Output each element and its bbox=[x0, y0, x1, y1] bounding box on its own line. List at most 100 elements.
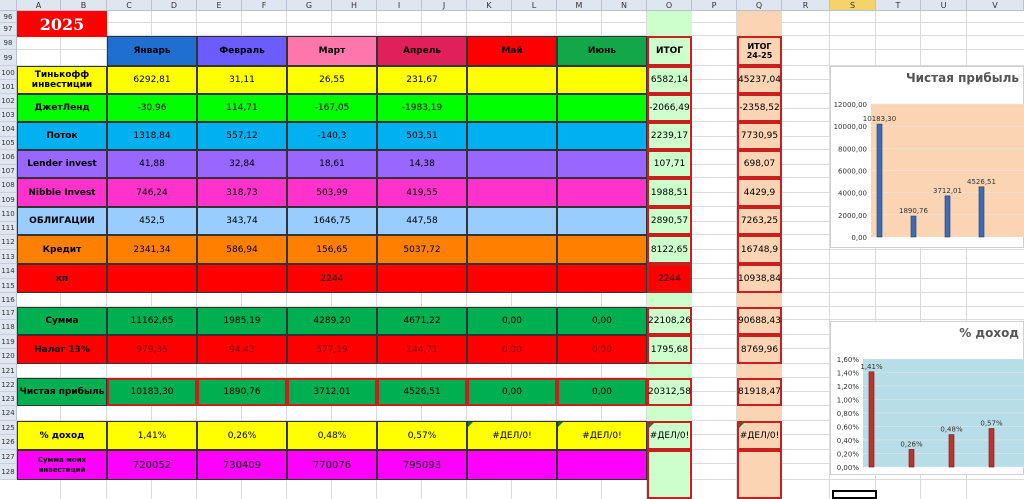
value-cell[interactable]: 586,94 bbox=[197, 235, 287, 264]
column-header-c[interactable]: C bbox=[107, 0, 152, 11]
value-cell[interactable] bbox=[557, 94, 647, 122]
value-cell[interactable]: 14,38 bbox=[377, 150, 467, 178]
row-label-table-1[interactable]: ДжетЛенд bbox=[17, 94, 107, 122]
value-cell[interactable]: 4671,22 bbox=[377, 307, 467, 335]
value-cell[interactable] bbox=[467, 235, 557, 264]
value-cell[interactable]: 503,99 bbox=[287, 178, 377, 207]
itog2425-cell[interactable]: 16748,9 bbox=[737, 235, 782, 264]
column-header-p[interactable]: P bbox=[692, 0, 737, 11]
column-header-t[interactable]: T bbox=[876, 0, 921, 11]
row-header-122[interactable]: 122 bbox=[0, 378, 17, 392]
column-header-o[interactable]: O bbox=[647, 0, 692, 11]
itog-cell[interactable]: 20312,58 bbox=[647, 378, 692, 406]
row-label-summa[interactable]: Сумма bbox=[17, 307, 107, 335]
value-cell[interactable]: 0,00 bbox=[467, 335, 557, 364]
value-cell[interactable]: 31,11 bbox=[197, 66, 287, 94]
itog2425-cell[interactable]: -2358,52 bbox=[737, 94, 782, 122]
value-cell[interactable] bbox=[467, 264, 557, 293]
itog2425-cell[interactable]: 7730,95 bbox=[737, 122, 782, 150]
value-cell[interactable]: -30,96 bbox=[107, 94, 197, 122]
row-header-125[interactable]: 125 bbox=[0, 421, 17, 435]
row-label-summaInv[interactable]: Сумма моих инвестиций bbox=[17, 450, 107, 480]
column-header-r[interactable]: R bbox=[782, 0, 830, 11]
value-cell[interactable] bbox=[557, 235, 647, 264]
value-cell[interactable]: 557,12 bbox=[197, 122, 287, 150]
itog-cell[interactable]: 6582,14 bbox=[647, 66, 692, 94]
value-cell[interactable] bbox=[377, 264, 467, 293]
value-cell[interactable] bbox=[467, 94, 557, 122]
row-header-111[interactable]: 111 bbox=[0, 222, 17, 235]
row-label-table-5[interactable]: ОБЛИГАЦИИ bbox=[17, 207, 107, 235]
row-header-109[interactable]: 109 bbox=[0, 193, 17, 207]
value-cell[interactable]: 979,35 bbox=[107, 335, 197, 364]
column-header-f[interactable]: F bbox=[242, 0, 287, 11]
row-label-table-2[interactable]: Поток bbox=[17, 122, 107, 150]
value-cell[interactable] bbox=[557, 264, 647, 293]
value-cell[interactable] bbox=[557, 66, 647, 94]
row-header-120[interactable]: 120 bbox=[0, 349, 17, 364]
column-header-i[interactable]: I bbox=[377, 0, 422, 11]
value-cell[interactable] bbox=[557, 450, 647, 480]
value-cell[interactable]: 1,41% bbox=[107, 421, 197, 450]
value-cell[interactable] bbox=[467, 66, 557, 94]
row-header-96[interactable]: 96 bbox=[0, 11, 17, 23]
value-cell[interactable]: 0,00 bbox=[557, 378, 647, 406]
value-cell[interactable]: 0,48% bbox=[287, 421, 377, 450]
value-cell[interactable]: 156,65 bbox=[287, 235, 377, 264]
month-header-6[interactable]: Июнь bbox=[557, 36, 647, 66]
value-cell[interactable]: 32,84 bbox=[197, 150, 287, 178]
column-header-s[interactable]: S bbox=[830, 0, 876, 11]
itog2425-cell[interactable]: 81918,47 bbox=[737, 378, 782, 406]
month-header-2[interactable]: Февраль bbox=[197, 36, 287, 66]
row-header-114[interactable]: 114 bbox=[0, 264, 17, 279]
row-header-101[interactable]: 101 bbox=[0, 80, 17, 94]
value-cell[interactable]: 3712,01 bbox=[287, 378, 377, 406]
row-header-127[interactable]: 127 bbox=[0, 450, 17, 464]
value-cell[interactable] bbox=[467, 450, 557, 480]
itog-cell[interactable]: 8122,65 bbox=[647, 235, 692, 264]
value-cell[interactable]: 4289,20 bbox=[287, 307, 377, 335]
value-cell[interactable]: -167,05 bbox=[287, 94, 377, 122]
column-header-u[interactable]: U bbox=[921, 0, 967, 11]
chart-1[interactable]: Чистая прибыль 12000,00 10000,00 8000,00 600… bbox=[830, 66, 1024, 248]
row-label-table-7[interactable]: кп bbox=[17, 264, 107, 293]
row-header-110[interactable]: 110 bbox=[0, 207, 17, 222]
row-label-nalog[interactable]: Налог 13% bbox=[17, 335, 107, 364]
itog2425-header[interactable]: ИТОГ 24-25 bbox=[737, 36, 782, 66]
row-header-102[interactable]: 102 bbox=[0, 94, 17, 109]
value-cell[interactable]: 18,61 bbox=[287, 150, 377, 178]
row-header-97[interactable]: 97 bbox=[0, 23, 17, 36]
itog-cell[interactable]: 22108,26 bbox=[647, 307, 692, 335]
row-label-table-0[interactable]: Тинькофф инвестиции bbox=[17, 66, 107, 94]
value-cell[interactable] bbox=[197, 264, 287, 293]
value-cell[interactable]: 6292,81 bbox=[107, 66, 197, 94]
value-cell[interactable] bbox=[557, 150, 647, 178]
row-label-table-6[interactable]: Кредит bbox=[17, 235, 107, 264]
value-cell[interactable] bbox=[107, 264, 197, 293]
month-header-5[interactable]: Май bbox=[467, 36, 557, 66]
value-cell[interactable]: 231,67 bbox=[377, 66, 467, 94]
value-cell[interactable]: 1985,19 bbox=[197, 307, 287, 335]
row-header-128[interactable]: 128 bbox=[0, 464, 17, 480]
value-cell[interactable] bbox=[467, 178, 557, 207]
value-cell[interactable]: 0,00 bbox=[467, 378, 557, 406]
value-cell[interactable]: 720052 bbox=[107, 450, 197, 480]
value-cell[interactable]: -1983,19 bbox=[377, 94, 467, 122]
value-cell[interactable]: 41,88 bbox=[107, 150, 197, 178]
itog2425-cell[interactable]: 45237,04 bbox=[737, 66, 782, 94]
column-header-h[interactable]: H bbox=[332, 0, 377, 11]
column-header-j[interactable]: J bbox=[422, 0, 467, 11]
value-cell[interactable]: 1890,76 bbox=[197, 378, 287, 406]
value-cell[interactable]: 447,58 bbox=[377, 207, 467, 235]
itog2425-cell[interactable]: #ДЕЛ/0! bbox=[737, 421, 782, 450]
itog2425-cell[interactable]: 4429,9 bbox=[737, 178, 782, 207]
value-cell[interactable]: 4526,51 bbox=[377, 378, 467, 406]
value-cell[interactable]: -140,3 bbox=[287, 122, 377, 150]
value-cell[interactable]: 503,51 bbox=[377, 122, 467, 150]
value-cell[interactable]: #ДЕЛ/0! bbox=[557, 421, 647, 450]
row-label-table-4[interactable]: Nibble Invest bbox=[17, 178, 107, 207]
column-header-a[interactable]: A bbox=[17, 0, 61, 11]
itog-cell[interactable]: -2066,49 bbox=[647, 94, 692, 122]
value-cell[interactable]: 343,74 bbox=[197, 207, 287, 235]
row-header-116[interactable]: 116 bbox=[0, 293, 17, 307]
